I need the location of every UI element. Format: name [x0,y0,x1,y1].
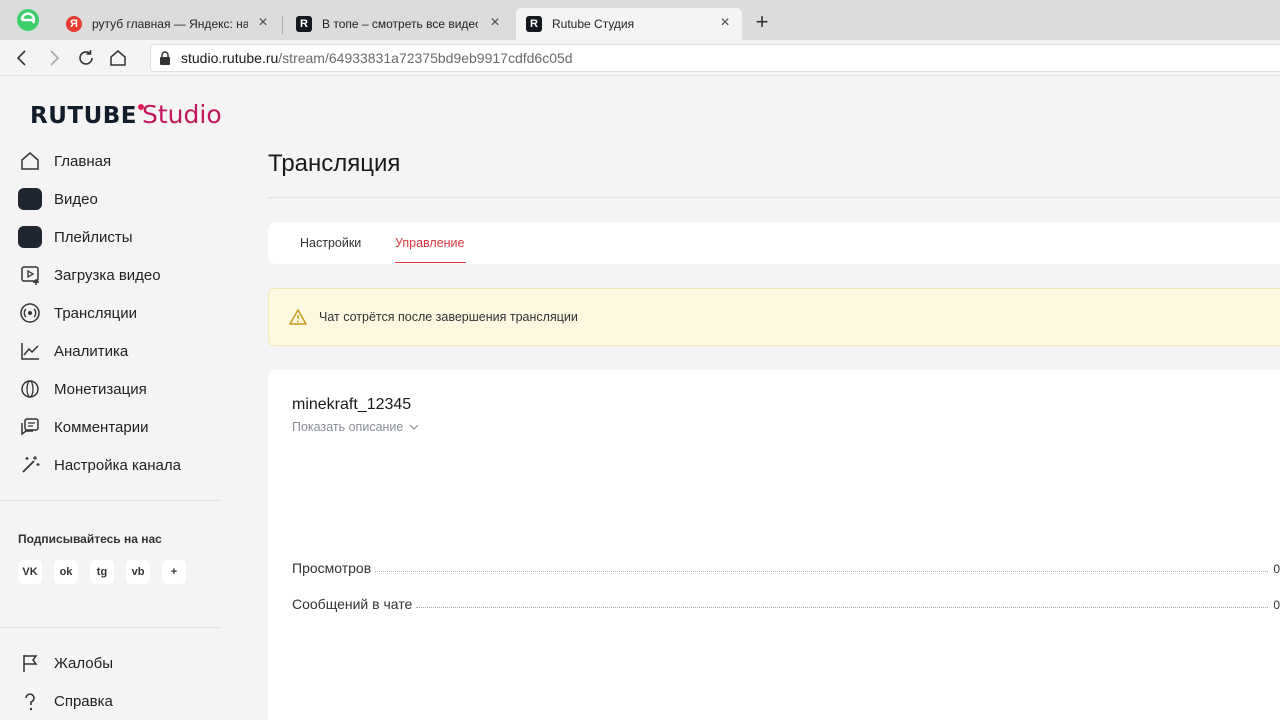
chevron-down-icon [409,424,419,430]
tab-settings[interactable]: Настройки [300,236,361,250]
stat-views: Просмотров 0 [292,560,1280,576]
sidebar-item-complaints[interactable]: Жалобы [18,644,218,682]
sidebar-item-monetization[interactable]: Монетизация [18,370,218,408]
stream-tabs: Настройки Управление [268,222,1280,264]
browser-tab-top[interactable]: R В топе – смотреть все видео × [286,8,512,40]
browser-logo-icon[interactable] [16,8,40,32]
tab-title: Rutube Студия [552,17,635,31]
sidebar-item-label: Комментарии [54,418,149,436]
logo-brand: RUTUBE [30,103,144,129]
video-square-icon [18,187,42,211]
stat-dots [416,607,1268,608]
sidebar-item-label: Видео [54,190,98,208]
sidebar-item-label: Справка [54,692,113,710]
viber-icon[interactable]: vb [126,560,150,584]
stat-label: Сообщений в чате [292,596,413,612]
sidebar-item-analytics[interactable]: Аналитика [18,332,218,370]
sidebar-item-broadcasts[interactable]: Трансляции [18,294,218,332]
yandex-favicon-icon: Я [66,16,82,32]
new-tab-icon[interactable]: + [752,11,772,33]
follow-us-label: Подписывайтесь на нас [18,532,162,546]
sidebar-item-playlists[interactable]: Плейлисты [18,218,218,256]
chat-warning-alert: Чат сотрётся после завершения трансляции [268,288,1280,346]
sidebar-item-comments[interactable]: Комментарии [18,408,218,446]
telegram-icon[interactable]: tg [90,560,114,584]
sidebar-divider [0,500,219,501]
browser-tab-yandex[interactable]: Я рутуб главная — Яндекс: на × [56,8,280,40]
url-path: /stream/64933831a72375bd9eb9917cdfd6c05d [278,50,573,66]
sidebar-item-label: Загрузка видео [54,266,161,284]
stat-dots [375,571,1268,572]
sidebar-divider [0,627,219,628]
sparkle-icon[interactable]: + [162,560,186,584]
sidebar-item-label: Плейлисты [54,228,133,246]
sidebar-item-label: Настройка канала [54,456,181,474]
upload-video-icon [18,263,42,287]
rutube-favicon-icon: R [296,16,312,32]
url-host: studio.rutube.ru [181,50,279,66]
tab-title: рутуб главная — Яндекс: на [92,17,248,31]
title-divider [268,197,1280,198]
sidebar-item-channel-settings[interactable]: Настройка канала [18,446,218,484]
browser-tab-bar: Я рутуб главная — Яндекс: на × R В топе … [0,0,1280,40]
back-icon[interactable] [12,48,32,68]
stat-label: Просмотров [292,560,372,576]
sidebar-item-label: Аналитика [54,342,129,360]
page-title: Трансляция [268,150,401,177]
sidebar-item-label: Главная [54,152,112,170]
logo-product: Studio [142,100,222,129]
monetization-icon [18,377,42,401]
rutube-studio-logo[interactable]: RUTUBE Studio [30,100,222,130]
home-icon[interactable] [108,48,128,68]
flag-icon [18,651,42,675]
help-icon [18,689,42,713]
sidebar-item-label: Монетизация [54,380,147,398]
stat-chat-messages: Сообщений в чате 0 [292,596,1280,612]
social-links: VK ok tg vb + [18,560,186,584]
forward-icon[interactable] [44,48,64,68]
alert-text: Чат сотрётся после завершения трансляции [319,310,578,324]
url-field[interactable]: studio.rutube.ru /stream/64933831a72375b… [150,44,1280,72]
sidebar-item-label: Трансляции [54,304,138,322]
sidebar-item-upload[interactable]: Загрузка видео [18,256,218,294]
stream-name: minekraft_12345 [292,396,412,413]
warning-icon [289,309,307,325]
stream-info-card: minekraft_12345 Показать описание Просмо… [268,370,1280,720]
lock-icon [160,51,170,65]
comments-icon [18,415,42,439]
playlist-square-icon [18,225,42,249]
close-icon[interactable]: × [488,15,502,31]
sidebar-bottom-nav: Жалобы Справка [18,644,218,720]
tab-manage[interactable]: Управление [395,236,465,250]
sidebar-nav: Главная Видео Плейлисты Загрузка видео Т… [18,142,218,484]
sidebar-item-video[interactable]: Видео [18,180,218,218]
vk-icon[interactable]: VK [18,560,42,584]
close-icon[interactable]: × [718,15,732,31]
active-tab-underline [395,262,466,263]
ok-icon[interactable]: ok [54,560,78,584]
magic-wand-icon [18,453,42,477]
sidebar-item-home[interactable]: Главная [18,142,218,180]
close-icon[interactable]: × [256,15,270,31]
stat-value: 0 [1273,598,1280,612]
sidebar-item-label: Жалобы [54,654,113,672]
rutube-favicon-icon: R [526,16,542,32]
tab-title: В топе – смотреть все видео [322,17,478,31]
broadcast-icon [18,301,42,325]
reload-icon[interactable] [76,48,96,68]
show-description-toggle[interactable]: Показать описание [292,420,419,434]
show-description-label: Показать описание [292,420,404,434]
home-icon [18,149,42,173]
tab-separator [282,16,283,34]
stat-value: 0 [1273,562,1280,576]
sidebar-item-help[interactable]: Справка [18,682,218,720]
browser-tab-studio[interactable]: R Rutube Студия × [516,8,742,40]
analytics-icon [18,339,42,363]
address-bar: studio.rutube.ru /stream/64933831a72375b… [0,40,1280,76]
